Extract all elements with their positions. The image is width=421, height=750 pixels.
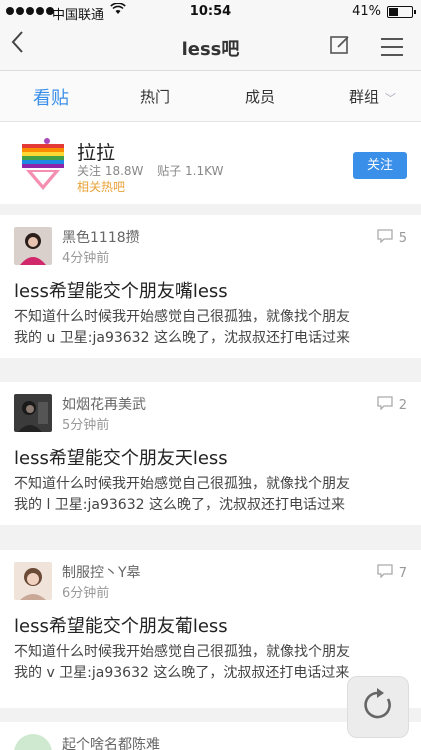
comment-icon [377, 564, 393, 582]
comment-icon [377, 396, 393, 414]
battery-icon [387, 6, 416, 18]
post-time: 5分钟前 [62, 418, 110, 433]
post-card[interactable]: 如烟花再美武 5分钟前 2 less希望能交个朋友天less 不知道什么时候我开… [0, 382, 421, 525]
compose-icon[interactable] [329, 34, 351, 60]
post-title[interactable]: less希望能交个朋友嘴less [14, 277, 228, 303]
tab-groups-label: 群组 [349, 88, 380, 106]
post-author[interactable]: 起个啥名都陈难 [62, 734, 160, 750]
post-title[interactable]: less希望能交个朋友天less [14, 444, 228, 470]
tab-members[interactable]: 成员 [245, 86, 275, 107]
reply-count[interactable]: 2 [377, 396, 407, 414]
post-excerpt: 不知道什么时候我开始感觉自己很孤独，就像找个朋友 我的 l 卫星:ja93632… [14, 474, 414, 516]
tab-bar: 看贴 热门 成员 群组 ﹀ [0, 71, 421, 122]
comment-icon [377, 229, 393, 247]
reply-count[interactable]: 5 [377, 229, 407, 247]
follow-button[interactable]: 关注 [353, 152, 407, 179]
post-excerpt-line: 不知道什么时候我开始感觉自己很孤独，就像找个朋友 [14, 476, 350, 492]
avatar[interactable] [14, 562, 52, 600]
forum-post-count: 贴子 1.1KW [157, 164, 224, 178]
nav-bar: less吧 [0, 24, 421, 71]
post-excerpt-line: 我的 u 卫星:ja93632 这么晚了，沈叔叔还打电话过来 [14, 330, 350, 346]
post-time: 4分钟前 [62, 251, 110, 266]
reply-count-value: 2 [398, 397, 407, 413]
menu-icon[interactable] [381, 38, 403, 62]
forum-followers: 关注 18.8W [77, 164, 144, 178]
post-title[interactable]: less希望能交个朋友葡less [14, 612, 228, 638]
avatar[interactable] [14, 734, 52, 750]
refresh-icon [359, 686, 397, 728]
status-bar: 中国联通 10:54 41% [0, 0, 421, 24]
post-excerpt-line: 我的 l 卫星:ja93632 这么晚了，沈叔叔还打电话过来 [14, 497, 345, 513]
post-excerpt-line: 不知道什么时候我开始感觉自己很孤独，就像找个朋友 [14, 644, 350, 660]
post-excerpt: 不知道什么时候我开始感觉自己很孤独，就像找个朋友 我的 u 卫星:ja93632… [14, 307, 414, 349]
post-author[interactable]: 黑色1118攒 [62, 227, 140, 247]
post-author[interactable]: 如烟花再美武 [62, 394, 146, 414]
forum-name: 拉拉 [77, 142, 116, 164]
post-author[interactable]: 制服控丶Y皋 [62, 562, 141, 582]
avatar[interactable] [14, 227, 52, 265]
post-card[interactable]: 黑色1118攒 4分钟前 5 less希望能交个朋友嘴less 不知道什么时候我… [0, 215, 421, 358]
forum-stats: 关注 18.8W 贴子 1.1KW [77, 162, 233, 179]
forum-header: 拉拉 关注 18.8W 贴子 1.1KW 相关热吧 关注 [0, 122, 421, 204]
tab-hot[interactable]: 热门 [140, 86, 170, 107]
avatar[interactable] [14, 394, 52, 432]
reply-count-value: 7 [398, 565, 407, 581]
reply-count[interactable]: 7 [377, 564, 407, 582]
post-time: 6分钟前 [62, 586, 110, 601]
chevron-down-icon: ﹀ [385, 92, 397, 105]
battery-percent: 41% [352, 4, 381, 19]
refresh-button[interactable] [347, 676, 409, 738]
reply-count-value: 5 [398, 230, 407, 246]
post-excerpt-line: 不知道什么时候我开始感觉自己很孤独，就像找个朋友 [14, 309, 350, 325]
related-forums-link[interactable]: 相关热吧 [77, 178, 125, 195]
forum-logo [22, 136, 64, 192]
tab-groups[interactable]: 群组 ﹀ [349, 86, 396, 107]
tab-posts[interactable]: 看贴 [33, 84, 69, 110]
page-title: less吧 [181, 39, 240, 60]
